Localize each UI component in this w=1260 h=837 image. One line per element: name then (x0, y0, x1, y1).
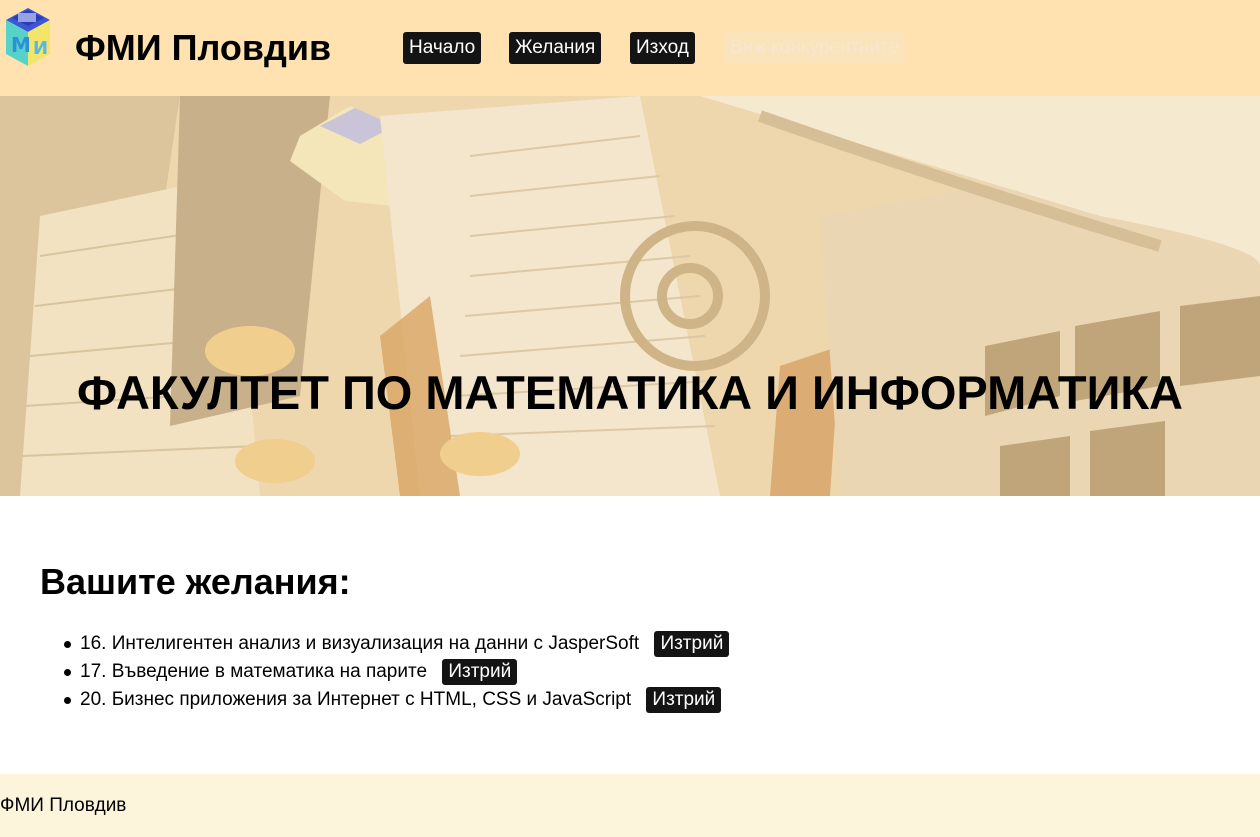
wish-label: 17. Въведение в математика на парите (80, 661, 428, 682)
list-item: 20. Бизнес приложения за Интернет с HTML… (0, 686, 729, 714)
wish-label: 20. Бизнес приложения за Интернет с HTML… (80, 689, 632, 710)
hero-banner: ФАКУЛТЕТ ПО МАТЕМАТИКА И ИНФОРМАТИКА (0, 96, 1260, 496)
list-item: 16. Интелигентен анализ и визуализация н… (0, 630, 730, 658)
nav-competitors-button[interactable]: Виж конкурентните (724, 32, 906, 64)
hero-title: ФАКУЛТЕТ ПО МАТЕМАТИКА И ИНФОРМАТИКА (77, 366, 1183, 419)
nav-wishes-button[interactable]: Желания (509, 32, 602, 64)
fmi-logo-icon[interactable]: M И (0, 0, 56, 70)
hero-background-image (0, 96, 1260, 496)
delete-wish-button[interactable]: Изтрий (442, 659, 518, 685)
site-footer: ФМИ Пловдив (0, 774, 1260, 837)
nav-home-button[interactable]: Начало (403, 32, 482, 64)
delete-wish-button[interactable]: Изтрий (654, 631, 730, 657)
wish-list: 16. Интелигентен анализ и визуализация н… (0, 630, 730, 714)
footer-text: ФМИ Пловдив (0, 795, 127, 816)
svg-text:M: M (11, 33, 31, 57)
bullet-icon (64, 669, 71, 676)
wish-label: 16. Интелигентен анализ и визуализация н… (80, 633, 640, 654)
site-title[interactable]: ФМИ Пловдив (75, 26, 331, 70)
bullet-icon (64, 697, 71, 704)
delete-wish-button[interactable]: Изтрий (646, 687, 722, 713)
wishes-heading: Вашите желания: (40, 561, 351, 602)
site-header: M И ФМИ Пловдив Начало Желания Изход Виж… (0, 0, 1260, 96)
nav-logout-button[interactable]: Изход (630, 32, 695, 64)
main-content: Вашите желания: 16. Интелигентен анализ … (0, 496, 1260, 774)
list-item: 17. Въведение в математика на парите Изт… (0, 658, 729, 686)
bullet-icon (64, 641, 71, 648)
svg-text:И: И (33, 38, 48, 59)
